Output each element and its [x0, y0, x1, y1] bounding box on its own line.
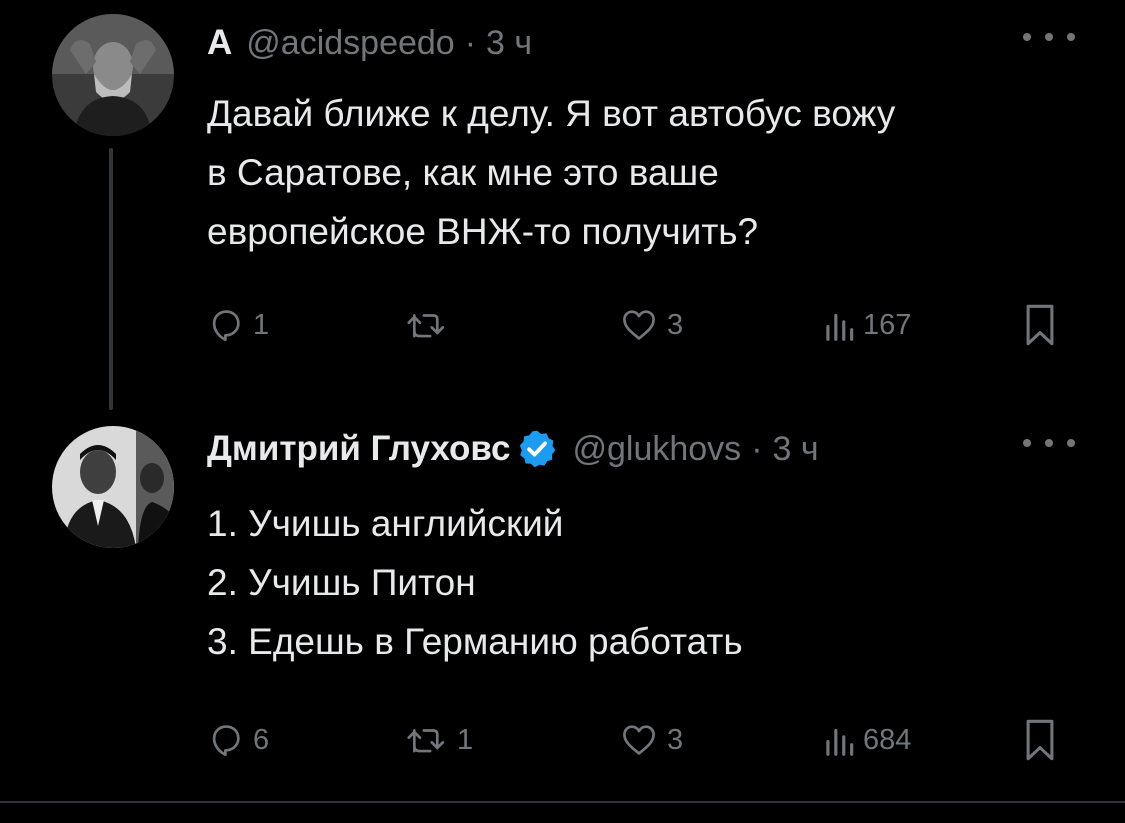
action-bar: 6 1 3 684	[207, 715, 1073, 765]
retweet-button[interactable]: 1	[405, 715, 473, 765]
bookmark-button[interactable]	[1023, 300, 1057, 350]
views-icon	[826, 313, 854, 341]
tweet[interactable]: А @acidspeedo · 3 ч Давай ближе к делу. …	[0, 0, 1125, 410]
retweet-button[interactable]	[405, 300, 457, 350]
views-button[interactable]: 167	[823, 300, 911, 350]
bookmark-icon	[1026, 719, 1054, 761]
views-count: 167	[863, 308, 912, 341]
separator: ·	[464, 23, 477, 62]
views-count: 684	[863, 723, 912, 756]
retweet-icon	[407, 729, 445, 753]
reply-button[interactable]: 1	[207, 300, 269, 350]
like-count: 3	[667, 308, 684, 341]
action-bar: 1 3 167	[207, 300, 1073, 350]
handle[interactable]: @glukhovs	[572, 430, 741, 469]
tweet-text-line: Давай ближе к делу. Я вот автобус вожу	[207, 93, 896, 134]
avatar[interactable]	[52, 426, 174, 548]
reply-count: 1	[253, 308, 270, 341]
reply-icon	[212, 725, 240, 757]
tweet-text-line: 2. Учишь Питон	[207, 562, 476, 603]
views-button[interactable]: 684	[823, 715, 911, 765]
verified-badge-icon	[516, 428, 558, 470]
tweet-text-line: 3. Едешь в Германию работать	[207, 621, 743, 662]
retweet-count: 1	[457, 723, 474, 756]
reply-icon	[212, 310, 240, 342]
tweet-header: Дмитрий Глуховс @glukhovs · 3 ч	[207, 424, 1075, 474]
tweet-text: 1. Учишь английский 2. Учишь Питон 3. Ед…	[207, 494, 1077, 671]
handle[interactable]: @acidspeedo	[246, 24, 454, 63]
like-icon	[623, 725, 655, 755]
views-icon	[826, 728, 854, 756]
reply-count: 6	[253, 723, 270, 756]
like-icon	[623, 310, 655, 340]
reply-button[interactable]: 6	[207, 715, 269, 765]
avatar[interactable]	[52, 14, 174, 136]
thread-line	[109, 148, 113, 410]
retweet-icon	[407, 314, 445, 338]
like-count: 3	[667, 723, 684, 756]
timestamp[interactable]: 3 ч	[486, 24, 532, 63]
tweet-text-line: 1. Учишь английский	[207, 503, 564, 544]
tweet-text: Давай ближе к делу. Я вот автобус вожу в…	[207, 84, 1077, 261]
tweet-text-line: в Саратове, как мне это ваше	[207, 152, 719, 193]
bookmark-icon	[1026, 304, 1054, 346]
more-icon[interactable]	[1023, 22, 1075, 52]
display-name[interactable]: Дмитрий Глуховс	[207, 429, 510, 469]
separator: ·	[751, 429, 763, 468]
more-icon[interactable]	[1023, 428, 1075, 458]
tweet-text-line: европейское ВНЖ-то получить?	[207, 211, 759, 252]
display-name[interactable]: А	[207, 23, 232, 63]
timestamp[interactable]: 3 ч	[773, 430, 819, 469]
tweet[interactable]: Дмитрий Глуховс @glukhovs · 3 ч 1. Учишь…	[0, 410, 1125, 800]
like-button[interactable]: 3	[619, 300, 683, 350]
divider	[0, 801, 1125, 803]
like-button[interactable]: 3	[619, 715, 683, 765]
tweet-header: А @acidspeedo · 3 ч	[207, 18, 1075, 68]
bookmark-button[interactable]	[1023, 715, 1057, 765]
